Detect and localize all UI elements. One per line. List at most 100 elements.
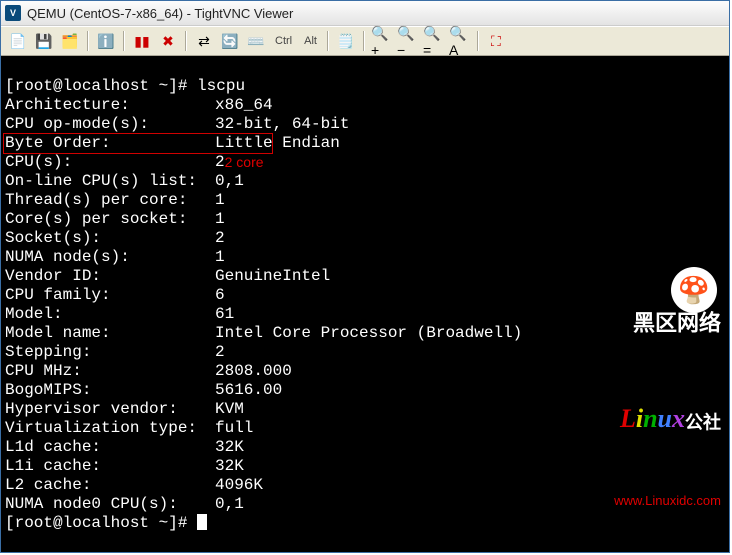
lscpu-value: KVM xyxy=(215,400,244,419)
lscpu-value: 0,1 xyxy=(215,495,244,514)
lscpu-row: BogoMIPS:5616.00 xyxy=(5,381,725,400)
lscpu-row: Hypervisor vendor:KVM xyxy=(5,400,725,419)
lscpu-value: 4096K xyxy=(215,476,263,495)
toolbar-separator xyxy=(185,31,187,51)
lscpu-row: L1d cache:32K xyxy=(5,438,725,457)
lscpu-row: CPU op-mode(s):32-bit, 64-bit xyxy=(5,115,725,134)
lscpu-row: NUMA node(s):1 xyxy=(5,248,725,267)
lscpu-row: Thread(s) per core:1 xyxy=(5,191,725,210)
prompt-line: [root@localhost ~]# lscpu xyxy=(5,77,725,96)
terminal[interactable]: [root@localhost ~]# lscpuArchitecture:x8… xyxy=(1,56,729,552)
ctrl-key-button[interactable]: Ctrl xyxy=(270,29,297,53)
toolbar-separator xyxy=(123,31,125,51)
lscpu-row: On-line CPU(s) list:0,1 xyxy=(5,172,725,191)
lscpu-row: Model name:Intel Core Processor (Broadwe… xyxy=(5,324,725,343)
new-connection-icon[interactable]: 📄 xyxy=(6,29,30,53)
ctrl-alt-del-icon[interactable]: ⌨️ xyxy=(244,29,268,53)
zoom-out-icon[interactable]: 🔍− xyxy=(396,29,420,53)
vnc-window: V QEMU (CentOS-7-x86_64) - TightVNC View… xyxy=(0,0,730,553)
lscpu-key: Stepping: xyxy=(5,343,215,362)
lscpu-key: On-line CPU(s) list: xyxy=(5,172,215,191)
window-title: QEMU (CentOS-7-x86_64) - TightVNC Viewer xyxy=(27,6,293,21)
lscpu-value: x86_64 xyxy=(215,96,273,115)
lscpu-value: 32K xyxy=(215,438,244,457)
lscpu-key: Virtualization type: xyxy=(5,419,215,438)
lscpu-key: Model: xyxy=(5,305,215,324)
lscpu-key: NUMA node0 CPU(s): xyxy=(5,495,215,514)
lscpu-key: Model name: xyxy=(5,324,215,343)
lscpu-value: 32K xyxy=(215,457,244,476)
lscpu-row: CPU MHz:2808.000 xyxy=(5,362,725,381)
lscpu-value: 5616.00 xyxy=(215,381,282,400)
lscpu-value: 0,1 xyxy=(215,172,244,191)
lscpu-key: Core(s) per socket: xyxy=(5,210,215,229)
lscpu-value: 1 xyxy=(215,210,225,229)
prompt-line: [root@localhost ~]# xyxy=(5,514,725,533)
lscpu-row: L2 cache:4096K xyxy=(5,476,725,495)
lscpu-key: Vendor ID: xyxy=(5,267,215,286)
titlebar[interactable]: V QEMU (CentOS-7-x86_64) - TightVNC View… xyxy=(1,1,729,26)
lscpu-row: Byte Order:Little Endian xyxy=(5,134,725,153)
lscpu-key: L2 cache: xyxy=(5,476,215,495)
toolbar-separator xyxy=(477,31,479,51)
cpu-annotation: 2 core xyxy=(225,153,264,172)
lscpu-row: NUMA node0 CPU(s):0,1 xyxy=(5,495,725,514)
lscpu-row: Stepping:2 xyxy=(5,343,725,362)
lscpu-key: Byte Order: xyxy=(5,134,215,153)
lscpu-row: Core(s) per socket:1 xyxy=(5,210,725,229)
lscpu-row: Model:61 xyxy=(5,305,725,324)
transfer-icon[interactable]: ⇄ xyxy=(192,29,216,53)
pause-icon[interactable]: ▮▮ xyxy=(130,29,154,53)
lscpu-key: L1i cache: xyxy=(5,457,215,476)
lscpu-value: 2 xyxy=(215,343,225,362)
lscpu-key: Hypervisor vendor: xyxy=(5,400,215,419)
lscpu-row: L1i cache:32K xyxy=(5,457,725,476)
prompt: [root@localhost ~]# xyxy=(5,77,197,96)
lscpu-value: 32-bit, 64-bit xyxy=(215,115,349,134)
refresh-icon[interactable]: 🔄 xyxy=(218,29,242,53)
lscpu-key: CPU op-mode(s): xyxy=(5,115,215,134)
zoom-in-icon[interactable]: 🔍+ xyxy=(370,29,394,53)
toolbar-separator xyxy=(87,31,89,51)
toolbar-separator xyxy=(363,31,365,51)
toolbar-separator xyxy=(327,31,329,51)
lscpu-key: CPU MHz: xyxy=(5,362,215,381)
lscpu-value: 1 xyxy=(215,191,225,210)
lscpu-value: GenuineIntel xyxy=(215,267,330,286)
lscpu-key: NUMA node(s): xyxy=(5,248,215,267)
options-icon[interactable]: 🗂️ xyxy=(58,29,82,53)
command: lscpu xyxy=(197,77,245,96)
prompt: [root@localhost ~]# xyxy=(5,514,197,533)
zoom-100-icon[interactable]: 🔍= xyxy=(422,29,446,53)
lscpu-row: Vendor ID:GenuineIntel xyxy=(5,267,725,286)
lscpu-key: BogoMIPS: xyxy=(5,381,215,400)
lscpu-row: Socket(s):2 xyxy=(5,229,725,248)
lscpu-value: Intel Core Processor (Broadwell) xyxy=(215,324,522,343)
lscpu-key: Thread(s) per core: xyxy=(5,191,215,210)
lscpu-row: CPU(s):2 2 core xyxy=(5,153,725,172)
lscpu-value: 61 xyxy=(215,305,234,324)
cursor xyxy=(197,514,207,530)
app-icon: V xyxy=(5,5,21,21)
toolbar: 📄 💾 🗂️ ℹ️ ▮▮ ✖ ⇄ 🔄 ⌨️ Ctrl Alt 🗒️ 🔍+ 🔍− … xyxy=(1,26,729,56)
lscpu-key: Architecture: xyxy=(5,96,215,115)
send-keys-icon[interactable]: 🗒️ xyxy=(334,29,358,53)
lscpu-row: Architecture:x86_64 xyxy=(5,96,725,115)
info-icon[interactable]: ℹ️ xyxy=(94,29,118,53)
lscpu-value: Little Endian xyxy=(215,134,340,153)
fullscreen-icon[interactable]: ⛶ xyxy=(484,29,508,53)
lscpu-row: CPU family:6 xyxy=(5,286,725,305)
save-icon[interactable]: 💾 xyxy=(32,29,56,53)
lscpu-key: L1d cache: xyxy=(5,438,215,457)
lscpu-key: CPU family: xyxy=(5,286,215,305)
lscpu-value: 2 xyxy=(215,153,225,172)
zoom-auto-icon[interactable]: 🔍A xyxy=(448,29,472,53)
lscpu-value: 1 xyxy=(215,248,225,267)
alt-key-button[interactable]: Alt xyxy=(299,29,322,53)
lscpu-key: Socket(s): xyxy=(5,229,215,248)
lscpu-value: 2 xyxy=(215,229,225,248)
lscpu-key: CPU(s): xyxy=(5,153,215,172)
lscpu-row: Virtualization type:full xyxy=(5,419,725,438)
close-connection-icon[interactable]: ✖ xyxy=(156,29,180,53)
lscpu-value: 2808.000 xyxy=(215,362,292,381)
